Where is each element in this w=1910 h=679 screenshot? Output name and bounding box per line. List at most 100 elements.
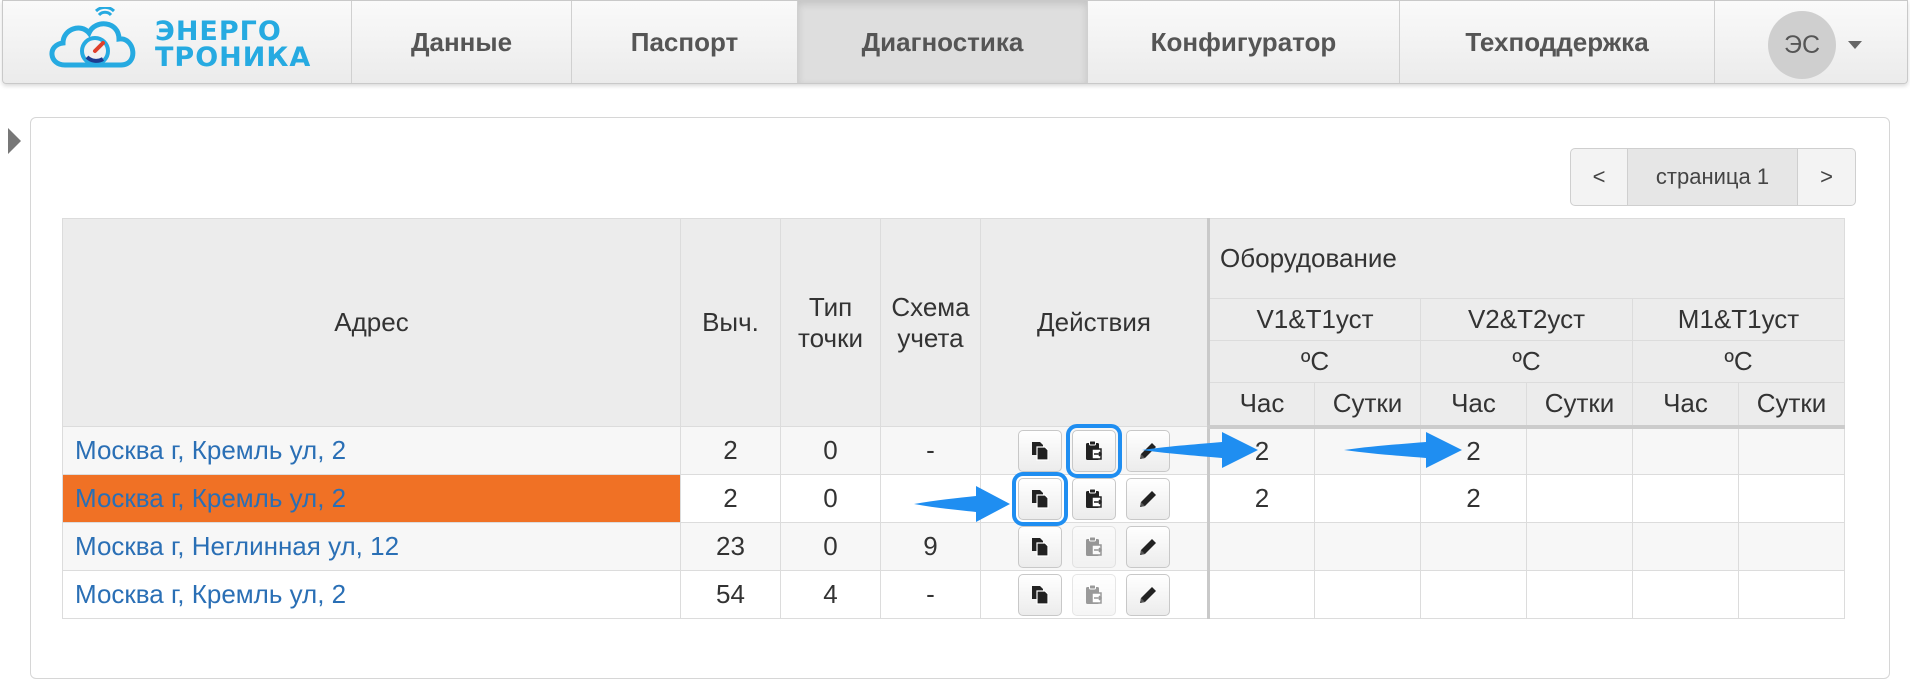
scheme-cell: 9 <box>880 522 981 571</box>
point-type-cell: 0 <box>780 522 881 571</box>
header-calc: Выч. <box>680 218 781 427</box>
copy-button[interactable] <box>1018 525 1062 568</box>
logo[interactable]: ЭНЕРГО ТРОНИКА <box>43 5 313 81</box>
header-hour: Час <box>1207 382 1315 429</box>
scheme-cell: - <box>880 570 981 619</box>
calc-cell: 2 <box>680 426 781 475</box>
paste-button[interactable] <box>1072 477 1116 520</box>
paste-icon <box>1086 536 1103 556</box>
m1-day-cell <box>1738 570 1845 619</box>
m1-hour-cell <box>1632 522 1739 571</box>
copy-button[interactable] <box>1018 573 1062 616</box>
header-group-v1: V1&T1уст <box>1207 298 1421 341</box>
calc-cell: 2 <box>680 474 781 523</box>
copy-icon <box>1032 585 1049 605</box>
m1-hour-cell <box>1632 570 1739 619</box>
nav-label: Техподдержка <box>1465 26 1649 57</box>
nav-item-data[interactable]: Данные <box>351 1 571 83</box>
logo-text: ЭНЕРГО ТРОНИКА <box>155 18 312 73</box>
header-actions: Действия <box>980 218 1209 427</box>
nav-item-support[interactable]: Техподдержка <box>1399 1 1715 83</box>
v1-day-cell <box>1314 570 1421 619</box>
header-unit-v2: ºC <box>1420 340 1633 383</box>
pencil-icon <box>1140 490 1156 507</box>
v1-day-cell <box>1314 522 1421 571</box>
header-unit-v1: ºC <box>1207 340 1421 383</box>
pagination: < страница 1 > <box>1570 148 1856 206</box>
address-link[interactable]: Москва г, Кремль ул, 2 <box>62 570 681 619</box>
m1-day-cell <box>1738 474 1845 523</box>
header-day: Сутки <box>1738 382 1845 429</box>
copy-button[interactable] <box>1018 429 1062 472</box>
v1-hour-cell: 2 <box>1207 474 1315 523</box>
table-row[interactable]: Москва г, Неглинная ул, 12 23 0 9 <box>62 522 1845 571</box>
header-address: Адрес <box>62 218 681 427</box>
address-link[interactable]: Москва г, Неглинная ул, 12 <box>62 522 681 571</box>
point-type-cell: 0 <box>780 474 881 523</box>
actions-cell <box>980 522 1209 571</box>
address-link[interactable]: Москва г, Кремль ул, 2 <box>62 426 681 475</box>
address-link[interactable]: Москва г, Кремль ул, 2 <box>62 474 681 523</box>
nav-item-diagnostics[interactable]: Диагностика <box>797 1 1087 83</box>
header-day: Сутки <box>1314 382 1421 429</box>
diagnostics-table: Адрес Выч. Тип точки Схема учета Действи… <box>62 218 1845 619</box>
nav-item-passport[interactable]: Паспорт <box>571 1 797 83</box>
nav-label: Конфигуратор <box>1150 26 1337 57</box>
m1-hour-cell <box>1632 474 1739 523</box>
copy-icon <box>1032 537 1049 557</box>
scheme-cell: - <box>880 426 981 475</box>
current-page-label: страница 1 <box>1628 148 1798 206</box>
chevron-down-icon[interactable] <box>1848 41 1862 49</box>
header-equipment: Оборудование <box>1207 218 1845 299</box>
header-group-m1: M1&T1уст <box>1632 298 1845 341</box>
nav-item-configurator[interactable]: Конфигуратор <box>1087 1 1399 83</box>
header-point-type: Тип точки <box>780 218 881 427</box>
header-day: Сутки <box>1526 382 1633 429</box>
m1-day-cell <box>1738 522 1845 571</box>
paste-button[interactable] <box>1066 423 1122 478</box>
user-avatar[interactable]: ЭС <box>1768 11 1836 79</box>
point-type-cell: 4 <box>780 570 881 619</box>
header-scheme: Схема учета <box>880 218 981 427</box>
header-group-v2: V2&T2уст <box>1420 298 1633 341</box>
paste-icon <box>1086 440 1103 460</box>
v1-hour-cell <box>1207 522 1315 571</box>
edit-button[interactable] <box>1126 525 1170 568</box>
arrow-icon <box>1142 432 1258 468</box>
paste-button[interactable] <box>1072 525 1116 568</box>
sidebar-toggle-icon[interactable] <box>8 128 21 154</box>
pencil-icon <box>1140 538 1156 555</box>
v2-day-cell <box>1526 426 1633 475</box>
v1-day-cell <box>1314 474 1421 523</box>
v2-day-cell <box>1526 570 1633 619</box>
logo-line2: ТРОНИКА <box>155 42 312 73</box>
header-hour: Час <box>1632 382 1739 429</box>
v2-day-cell <box>1526 474 1633 523</box>
table-row[interactable]: Москва г, Кремль ул, 220-22 <box>62 423 1845 478</box>
top-navbar: ЭНЕРГО ТРОНИКА Данные Паспорт Диагностик… <box>2 0 1908 84</box>
calc-cell: 23 <box>680 522 781 571</box>
nav-label: Диагностика <box>861 26 1024 57</box>
nav-label: Данные <box>410 26 513 57</box>
prev-page-button[interactable]: < <box>1570 148 1628 206</box>
v2-day-cell <box>1526 522 1633 571</box>
edit-button[interactable] <box>1126 573 1170 616</box>
paste-icon <box>1086 488 1103 508</box>
v1-hour-cell <box>1207 570 1315 619</box>
actions-cell <box>980 471 1209 526</box>
m1-hour-cell <box>1632 426 1739 475</box>
copy-icon <box>1032 489 1049 509</box>
pencil-icon <box>1140 586 1156 603</box>
point-type-cell: 0 <box>780 426 881 475</box>
calc-cell: 54 <box>680 570 781 619</box>
next-page-button[interactable]: > <box>1798 148 1856 206</box>
copy-button[interactable] <box>1012 471 1068 526</box>
paste-button[interactable] <box>1072 573 1116 616</box>
header-unit-m1: ºC <box>1632 340 1845 383</box>
table-row[interactable]: Москва г, Кремль ул, 2 54 4- <box>62 570 1845 619</box>
edit-button[interactable] <box>1126 477 1170 520</box>
actions-cell <box>980 570 1209 619</box>
v2-hour-cell <box>1420 570 1527 619</box>
nav-label: Паспорт <box>630 26 739 57</box>
paste-icon <box>1086 584 1103 604</box>
